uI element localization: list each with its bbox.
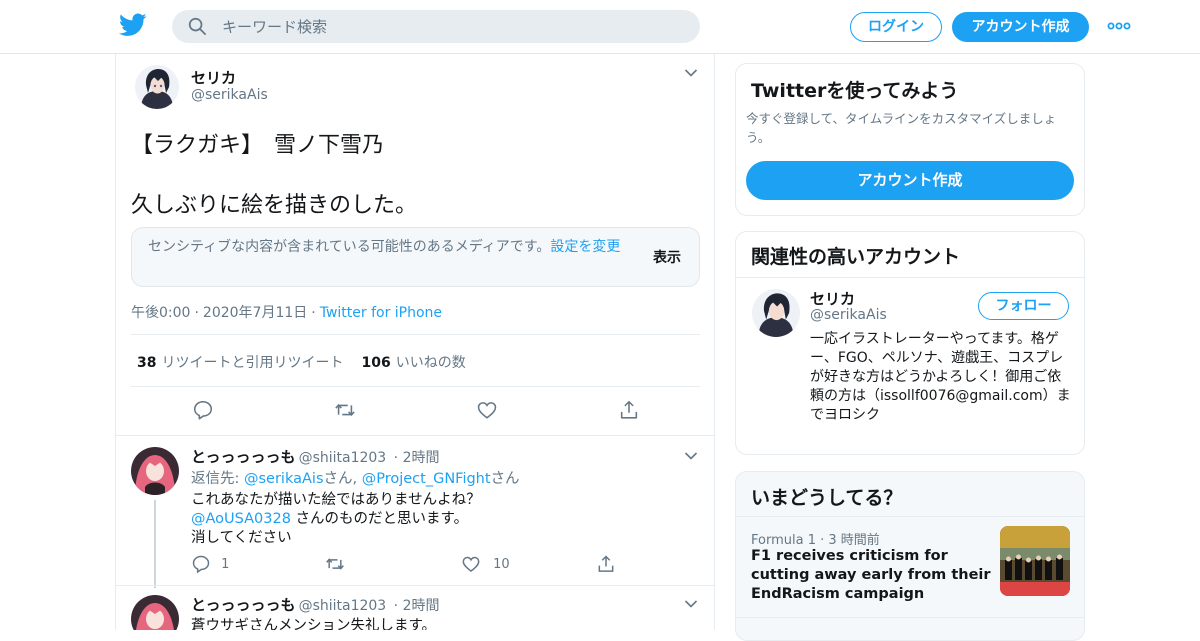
tweet-source-link[interactable]: Twitter for iPhone (320, 305, 442, 321)
trend-meta: Formula 1 · 3 時間前 (751, 533, 880, 548)
divider (116, 435, 714, 436)
main-timeline: セリカ @serikaAis 【ラクガキ】 雪ノ下雪乃 久しぶりに絵を描きのした… (115, 54, 715, 630)
related-account-name[interactable]: セリカ (810, 288, 855, 309)
reply-text-line: 蒼ウサギさんメンション失礼します。 (191, 618, 437, 630)
chevron-down-icon[interactable] (684, 68, 698, 78)
divider (131, 334, 700, 335)
reply-author-handle[interactable]: @shiita1203 (299, 598, 387, 614)
reply-author-handle[interactable]: @shiita1203 (299, 450, 387, 466)
tweet-time[interactable]: 午後0:00 (131, 305, 190, 321)
reply-author-avatar[interactable] (131, 447, 179, 495)
reply-share-action[interactable] (596, 554, 616, 574)
like-label[interactable]: いいねの数 (396, 355, 466, 371)
retweet-label[interactable]: リツイートと引用リツイート (161, 355, 343, 371)
chevron-down-icon[interactable] (684, 451, 698, 461)
related-account-bio: 一応イラストレーターやってます。格ゲー、FGO、ペルソナ、遊戯王、コスプレが好き… (810, 331, 1071, 423)
reply-time[interactable]: · 2時間 (389, 598, 440, 614)
reply-text-line: @AoUSA0328 さんのものだと思います。 (191, 511, 469, 527)
chevron-down-icon[interactable] (684, 599, 698, 609)
tweet-text-line: 久しぶりに絵を描きのした。 (131, 193, 418, 218)
reply-like-action[interactable]: 10 (461, 554, 510, 574)
trend-title[interactable]: F1 receives criticism for cutting away e… (751, 547, 996, 604)
like-icon[interactable] (476, 399, 498, 421)
twitter-bird-icon[interactable] (119, 13, 147, 37)
share-icon[interactable] (618, 399, 640, 421)
signup-prompt-card: Twitterを使ってみよう 今すぐ登録して、タイムラインをカスタマイズしましょ… (735, 63, 1085, 216)
tweet-author-handle[interactable]: @serikaAis (191, 87, 268, 103)
trend-thumbnail[interactable] (1000, 526, 1070, 596)
reply-text-line: これあなたが描いた絵ではありませんよね？ (191, 492, 481, 508)
share-icon[interactable] (596, 554, 616, 574)
signup-cta-button[interactable]: アカウント作成 (746, 161, 1074, 200)
more-options-icon[interactable] (1107, 19, 1131, 33)
show-media-button[interactable]: 表示 (653, 247, 681, 267)
mention-link[interactable]: @Project_GNFight (362, 471, 491, 487)
change-settings-link[interactable]: 設定を変更 (550, 239, 620, 255)
tweet-text-line: 【ラクガキ】 雪ノ下雪乃 (131, 133, 385, 158)
card-subtitle: 今すぐ登録して、タイムラインをカスタマイズしましょう。 (746, 111, 1057, 145)
tweet-metadata: 午後0:00 · 2020年7月11日 · Twitter for iPhone (131, 305, 443, 321)
reply-author-name[interactable]: とっっっっっも (191, 596, 296, 614)
reply-author-avatar[interactable] (131, 595, 179, 630)
sensitive-media-notice: センシティブな内容が含まれている可能性のあるメディアです。設定を変更 表示 (131, 227, 700, 287)
reply-author[interactable]: とっっっっっも @shiita1203 · 2時間 (191, 594, 440, 615)
tweet-date[interactable]: 2020年7月11日 (203, 305, 307, 321)
login-button[interactable]: ログイン (850, 12, 942, 42)
reply-icon[interactable] (192, 399, 214, 421)
divider (736, 277, 1084, 278)
reply-author[interactable]: とっっっっっも @shiita1203 · 2時間 (191, 446, 440, 467)
reply-reply-action[interactable]: 1 (191, 554, 229, 574)
mention-link[interactable]: @AoUSA0328 (191, 511, 291, 527)
card-title: Twitterを使ってみよう (751, 80, 959, 102)
search-box[interactable] (172, 10, 700, 43)
search-icon (188, 17, 206, 35)
tweet-stats: 38 リツイートと引用リツイート 106 いいねの数 (137, 352, 466, 372)
search-input[interactable] (222, 10, 682, 43)
like-icon[interactable] (461, 554, 481, 574)
like-count: 10 (493, 556, 510, 572)
follow-button[interactable]: フォロー (978, 292, 1069, 320)
reply-count: 1 (221, 556, 230, 572)
divider (736, 516, 1084, 517)
trends-card: いまどうしてる？ Formula 1 · 3 時間前 F1 receives c… (735, 471, 1085, 641)
divider (116, 585, 714, 586)
related-accounts-card: 関連性の高いアカウント セリカ @serikaAis フォロー 一応イラストレー… (735, 231, 1085, 455)
divider (736, 617, 1084, 618)
retweet-icon[interactable] (334, 399, 356, 421)
reply-text-line: 消してください (191, 530, 292, 546)
sensitive-message: センシティブな内容が含まれている可能性のあるメディアです。設定を変更 (148, 239, 621, 255)
divider (131, 386, 700, 387)
reply-time[interactable]: · 2時間 (389, 450, 440, 466)
mention-link[interactable]: @serikaAis (244, 471, 324, 487)
card-title: 関連性の高いアカウント (751, 246, 961, 268)
reply-icon[interactable] (191, 554, 211, 574)
top-bar: ログイン アカウント作成 (0, 0, 1200, 54)
related-account-avatar[interactable] (752, 289, 800, 337)
card-title: いまどうしてる？ (751, 487, 903, 509)
reply-author-name[interactable]: とっっっっっも (191, 448, 296, 466)
retweet-count[interactable]: 38 (137, 355, 156, 371)
tweet-author-avatar[interactable] (135, 65, 179, 109)
thread-line (154, 500, 156, 588)
related-account-handle[interactable]: @serikaAis (810, 307, 887, 323)
retweet-icon[interactable] (325, 554, 345, 574)
tweet-author-name[interactable]: セリカ (191, 67, 236, 88)
reply-retweet-action[interactable] (325, 554, 345, 574)
reply-to: 返信先: @serikaAisさん, @Project_GNFightさん (191, 471, 520, 487)
like-count[interactable]: 106 (361, 355, 390, 371)
signup-button[interactable]: アカウント作成 (952, 12, 1089, 42)
